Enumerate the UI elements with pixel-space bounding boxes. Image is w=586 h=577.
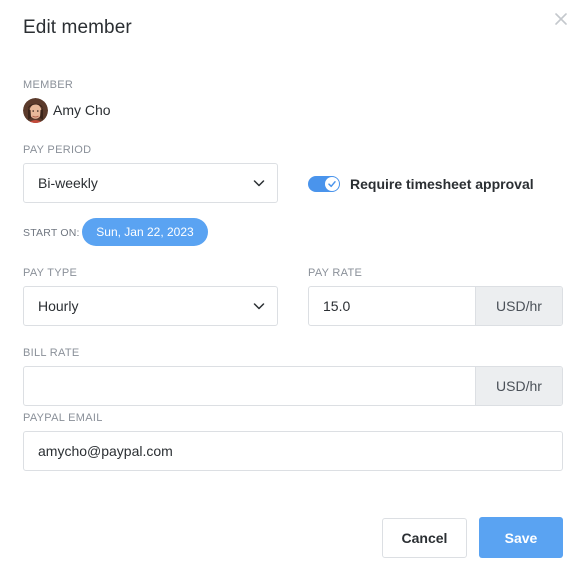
bill-rate-unit: USD/hr (475, 367, 562, 405)
timesheet-approval-row: Require timesheet approval (308, 174, 534, 194)
close-icon[interactable] (552, 10, 570, 28)
chevron-down-icon (253, 180, 265, 187)
timesheet-approval-label: Require timesheet approval (350, 176, 534, 192)
pay-period-select[interactable]: Bi-weekly (23, 163, 278, 203)
chevron-down-icon (253, 303, 265, 310)
paypal-email-input[interactable] (23, 431, 563, 471)
start-date-button[interactable]: Sun, Jan 22, 2023 (82, 218, 208, 246)
pay-rate-unit: USD/hr (475, 287, 562, 325)
timesheet-approval-toggle[interactable] (308, 176, 340, 192)
bill-rate-label: BILL RATE (23, 347, 80, 359)
member-row: Amy Cho (23, 97, 111, 123)
pay-type-value: Hourly (38, 298, 79, 314)
check-icon (328, 181, 336, 188)
pay-period-value: Bi-weekly (38, 175, 98, 191)
dialog-title: Edit member (23, 17, 132, 38)
toggle-knob (325, 177, 339, 191)
pay-rate-group: USD/hr (308, 286, 563, 326)
edit-member-dialog: Edit member MEMBER Amy Cho PAY PERIOD Bi… (0, 0, 586, 577)
pay-period-label: PAY PERIOD (23, 144, 92, 156)
start-on-label: START ON: (23, 227, 80, 239)
save-button[interactable]: Save (479, 517, 563, 558)
pay-type-select[interactable]: Hourly (23, 286, 278, 326)
cancel-button[interactable]: Cancel (382, 518, 467, 558)
member-label: MEMBER (23, 79, 74, 91)
bill-rate-input[interactable] (24, 367, 475, 405)
member-name: Amy Cho (53, 102, 111, 118)
pay-rate-input[interactable] (309, 287, 475, 325)
pay-rate-label: PAY RATE (308, 267, 363, 279)
avatar (23, 97, 48, 123)
paypal-email-label: PAYPAL EMAIL (23, 412, 103, 424)
pay-type-label: PAY TYPE (23, 267, 78, 279)
bill-rate-group: USD/hr (23, 366, 563, 406)
